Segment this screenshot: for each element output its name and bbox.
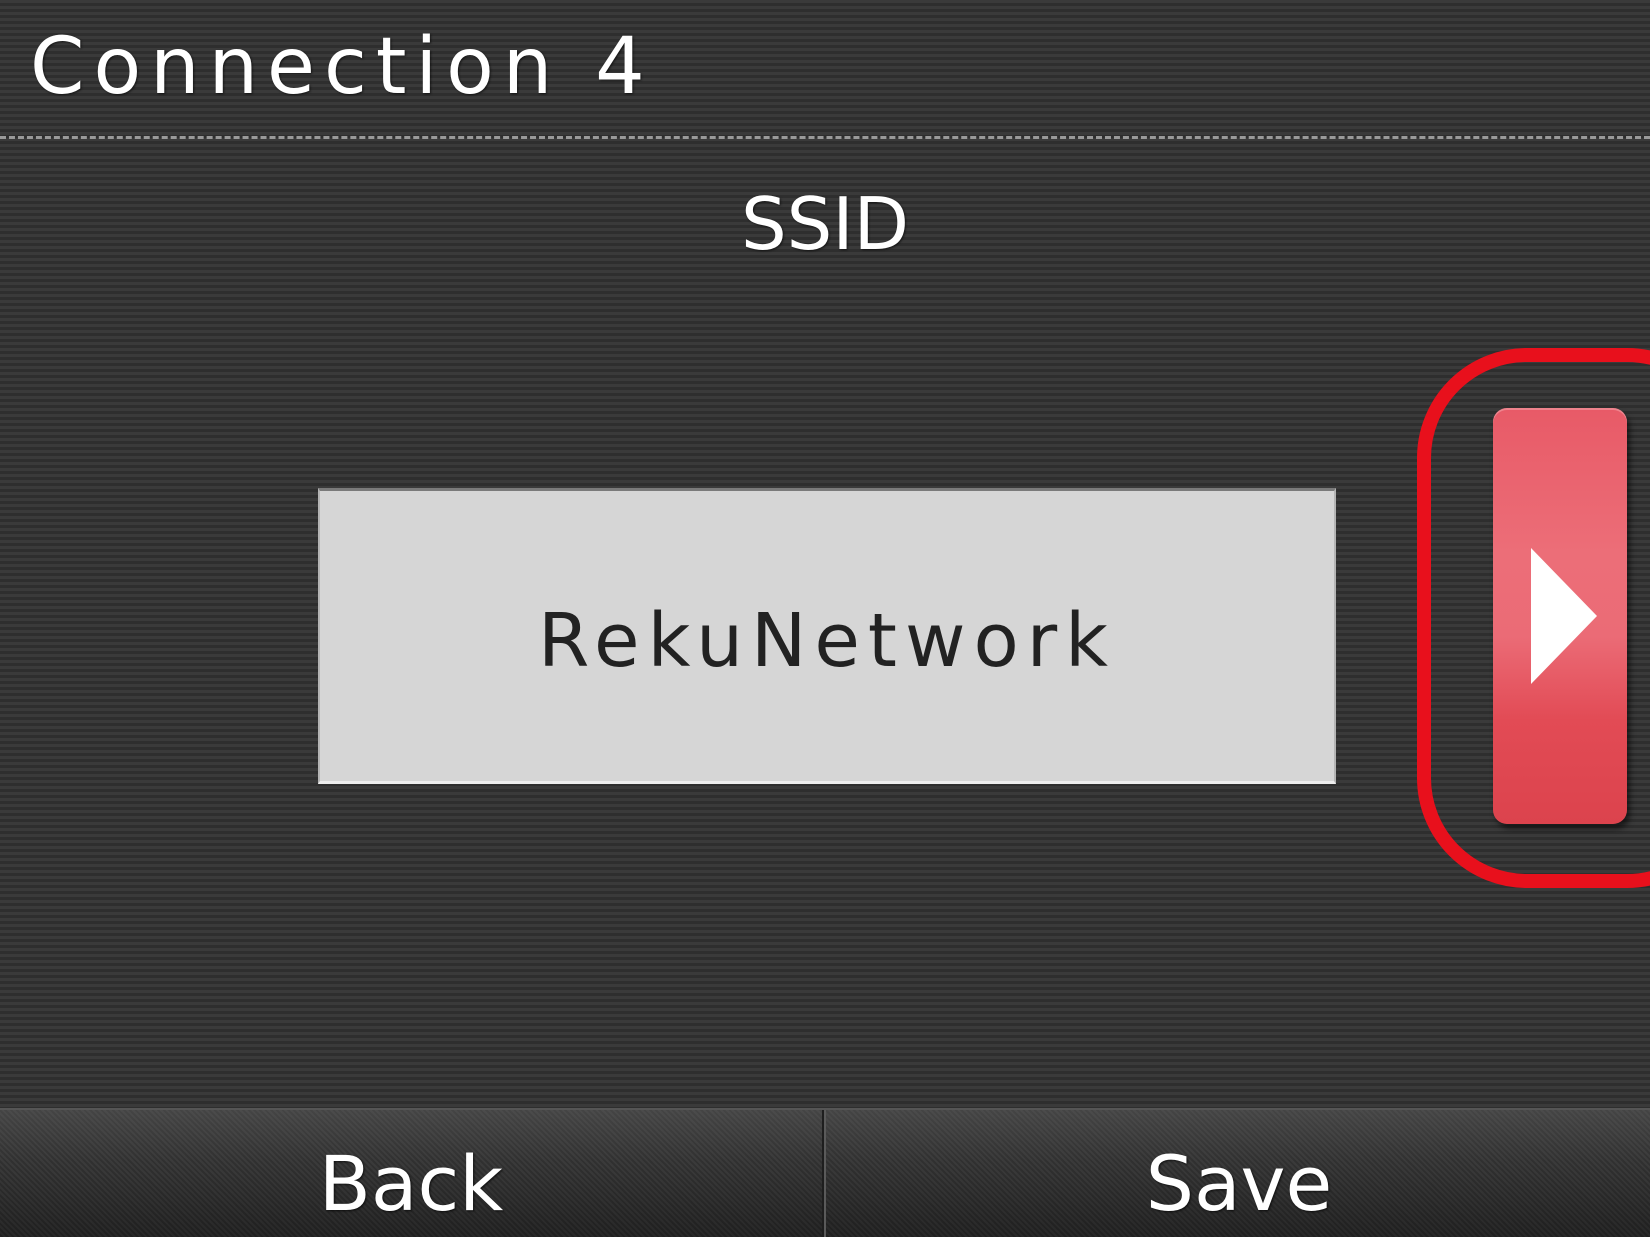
page-title: Connection 4 [30,22,654,112]
header-divider [0,136,1650,139]
header: Connection 4 [0,0,1650,136]
back-button-label: Back [318,1138,504,1228]
phone-screen: Connection 4 SSID RekuNetwork Back Save [0,0,1650,1237]
softkey-separator [822,1110,826,1237]
softkey-bar: Back Save [0,1108,1650,1237]
ssid-value: RekuNetwork [537,598,1117,684]
save-button-label: Save [1145,1138,1333,1228]
field-label: SSID [0,188,1650,260]
ssid-field[interactable]: RekuNetwork [318,488,1336,784]
save-button[interactable]: Save [828,1110,1650,1237]
back-button[interactable]: Back [0,1110,822,1237]
ssid-label: SSID [740,182,910,266]
play-arrow-right-icon [1531,548,1597,684]
next-button[interactable] [1493,408,1627,824]
